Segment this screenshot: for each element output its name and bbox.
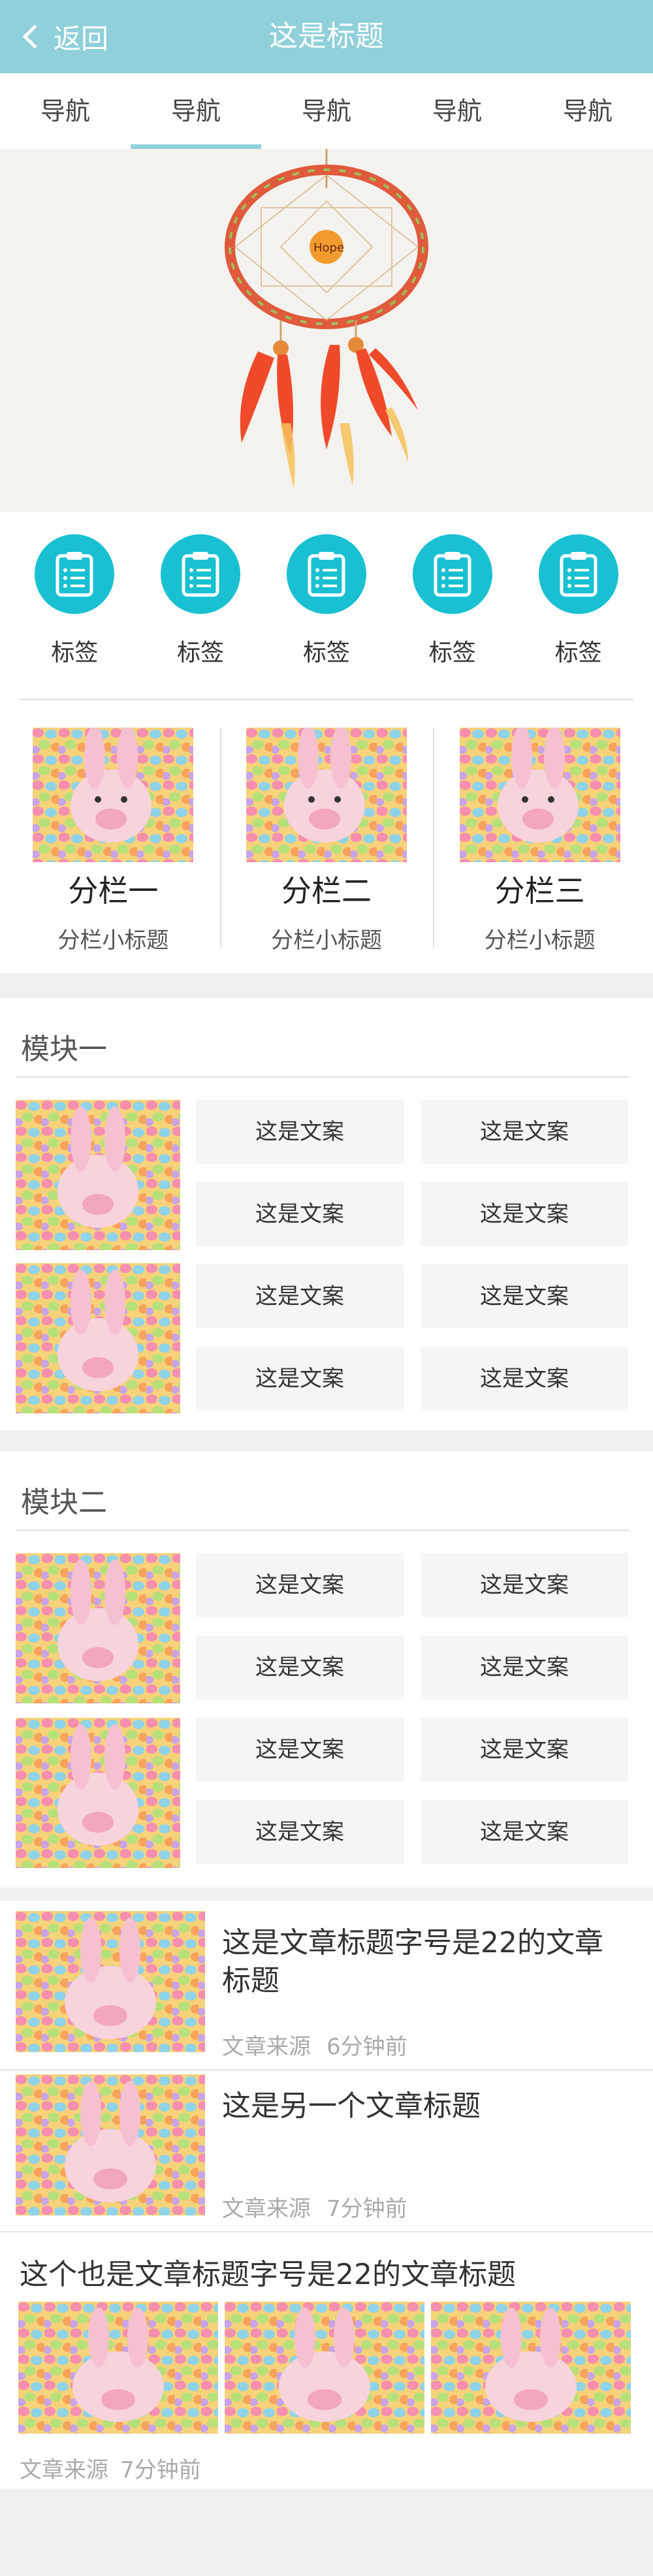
column-subtitle: 分栏小标题 (484, 927, 596, 954)
column-subtitle: 分栏小标题 (271, 927, 382, 954)
icon-label: 标签 (554, 639, 602, 666)
chevron-left-icon (22, 24, 47, 49)
article-title: 这个也是文章标题字号是22的文章标题 (20, 2258, 516, 2291)
article-time: 7分钟前 (120, 2457, 201, 2483)
text-button[interactable]: 这是文案 (196, 1264, 404, 1328)
nav-tab[interactable]: 导航 (261, 73, 392, 149)
clipboard-icon (286, 534, 366, 614)
nav-tab[interactable]: 导航 (522, 73, 653, 149)
icon-grid: 标签 标签 标签 标签 标签 (0, 512, 653, 701)
column-title: 分栏三 (494, 873, 585, 909)
clipboard-icon (35, 534, 115, 614)
text-button[interactable]: 这是文案 (196, 1182, 404, 1246)
icon-label: 标签 (51, 639, 99, 666)
rabbit-pig-image (431, 2302, 631, 2434)
article-time: 6分钟前 (326, 2034, 407, 2060)
text-button[interactable]: 这是文案 (196, 1347, 404, 1411)
divider (0, 2069, 653, 2070)
column-section: 分栏一 分栏小标题 分栏二 分栏小标题 分栏三 分栏小标题 (0, 701, 653, 973)
rabbit-pig-image (16, 1263, 180, 1413)
rabbit-pig-image (16, 2074, 205, 2215)
text-button[interactable]: 这是文案 (196, 1553, 404, 1617)
rabbit-pig-image (246, 728, 407, 862)
text-button[interactable]: 这是文案 (421, 1800, 628, 1864)
nav-tabs: 导航 导航 导航 导航 导航 (0, 73, 653, 149)
module-title: 模块二 (21, 1486, 107, 1519)
text-button[interactable]: 这是文案 (421, 1635, 628, 1699)
icon-label: 标签 (302, 639, 350, 666)
app-page: 返回 这是标题 导航 导航 导航 导航 导航 Hope 标签 标签 标签 标签 … (0, 0, 653, 2576)
icon-tag-item[interactable]: 标签 (22, 534, 127, 668)
text-button[interactable]: 这是文案 (196, 1800, 404, 1864)
rabbit-pig-image (225, 2302, 424, 2434)
rabbit-pig-image (16, 1911, 205, 2052)
rabbit-pig-image (16, 1100, 180, 1250)
icon-label: 标签 (177, 639, 225, 666)
article-meta: 文章来源 7分钟前 (222, 2191, 407, 2223)
article-meta: 文章来源 7分钟前 (20, 2452, 201, 2484)
article-title: 这是文章标题字号是22的文章标题 (222, 1926, 603, 1997)
column-item[interactable]: 分栏一 分栏小标题 (7, 728, 220, 973)
divider (16, 1076, 629, 1078)
nav-tab[interactable]: 导航 (0, 73, 131, 149)
column-title: 分栏二 (281, 873, 372, 909)
divider (20, 699, 633, 700)
text-button[interactable]: 这是文案 (421, 1553, 628, 1617)
article-source: 文章来源 (222, 2196, 311, 2222)
icon-tag-item[interactable]: 标签 (274, 534, 379, 668)
text-button[interactable]: 这是文案 (196, 1635, 404, 1699)
back-label: 返回 (54, 22, 109, 55)
rabbit-pig-image (16, 1553, 180, 1703)
nav-tab[interactable]: 导航 (392, 73, 522, 149)
article-title: 这是另一个文章标题 (222, 2089, 481, 2123)
icon-label: 标签 (428, 639, 476, 666)
text-button[interactable]: 这是文案 (421, 1347, 628, 1411)
rabbit-pig-image (18, 2302, 218, 2434)
module-one: 模块一 这是文案 这是文案 这是文案 这是文案 这是文案 这是文案 这是文案 这… (0, 998, 653, 1430)
rabbit-pig-image (33, 728, 194, 862)
back-button[interactable]: 返回 (18, 0, 108, 73)
clipboard-icon (538, 534, 618, 614)
icon-tag-item[interactable]: 标签 (526, 534, 631, 668)
column-item[interactable]: 分栏二 分栏小标题 (219, 728, 434, 973)
icon-tag-item[interactable]: 标签 (400, 534, 505, 668)
text-button[interactable]: 这是文案 (196, 1718, 404, 1782)
text-button[interactable]: 这是文案 (196, 1100, 404, 1164)
column-title: 分栏一 (68, 873, 159, 909)
article-source: 文章来源 (222, 2034, 311, 2060)
dreamcatcher-image: Hope (0, 149, 653, 512)
article-item[interactable]: 这个也是文章标题字号是22的文章标题 文章来源 7分钟前 (0, 2236, 653, 2485)
article-time: 7分钟前 (326, 2196, 407, 2222)
text-button[interactable]: 这是文案 (421, 1182, 628, 1246)
clipboard-icon (161, 534, 241, 614)
module-two: 模块二 这是文案 这是文案 这是文案 这是文案 这是文案 这是文案 这是文案 这… (0, 1451, 653, 1888)
rabbit-pig-image (16, 1718, 180, 1868)
article-item[interactable]: 这是另一个文章标题 文章来源 7分钟前 (0, 2074, 653, 2227)
article-source: 文章来源 (20, 2457, 108, 2483)
rabbit-pig-image (459, 728, 620, 862)
article-list: 这是文章标题字号是22的文章标题 文章来源 6分钟前 这是另一个文章标题 文章来源… (0, 1901, 653, 2488)
charm-text: Hope (313, 241, 344, 255)
article-meta: 文章来源 6分钟前 (222, 2029, 407, 2061)
divider (16, 1530, 629, 1531)
divider (0, 2231, 653, 2232)
column-item[interactable]: 分栏三 分栏小标题 (433, 728, 646, 973)
icon-tag-item[interactable]: 标签 (148, 534, 253, 668)
text-button[interactable]: 这是文案 (421, 1100, 628, 1164)
banner-image[interactable]: Hope (0, 149, 653, 512)
nav-tab-active[interactable]: 导航 (131, 73, 261, 149)
article-item[interactable]: 这是文章标题字号是22的文章标题 文章来源 6分钟前 (0, 1911, 653, 2064)
column-subtitle: 分栏小标题 (57, 927, 169, 954)
text-button[interactable]: 这是文案 (421, 1718, 628, 1782)
app-header: 返回 这是标题 (0, 0, 653, 73)
text-button[interactable]: 这是文案 (421, 1264, 628, 1328)
module-title: 模块一 (21, 1033, 107, 1066)
clipboard-icon (412, 534, 492, 614)
